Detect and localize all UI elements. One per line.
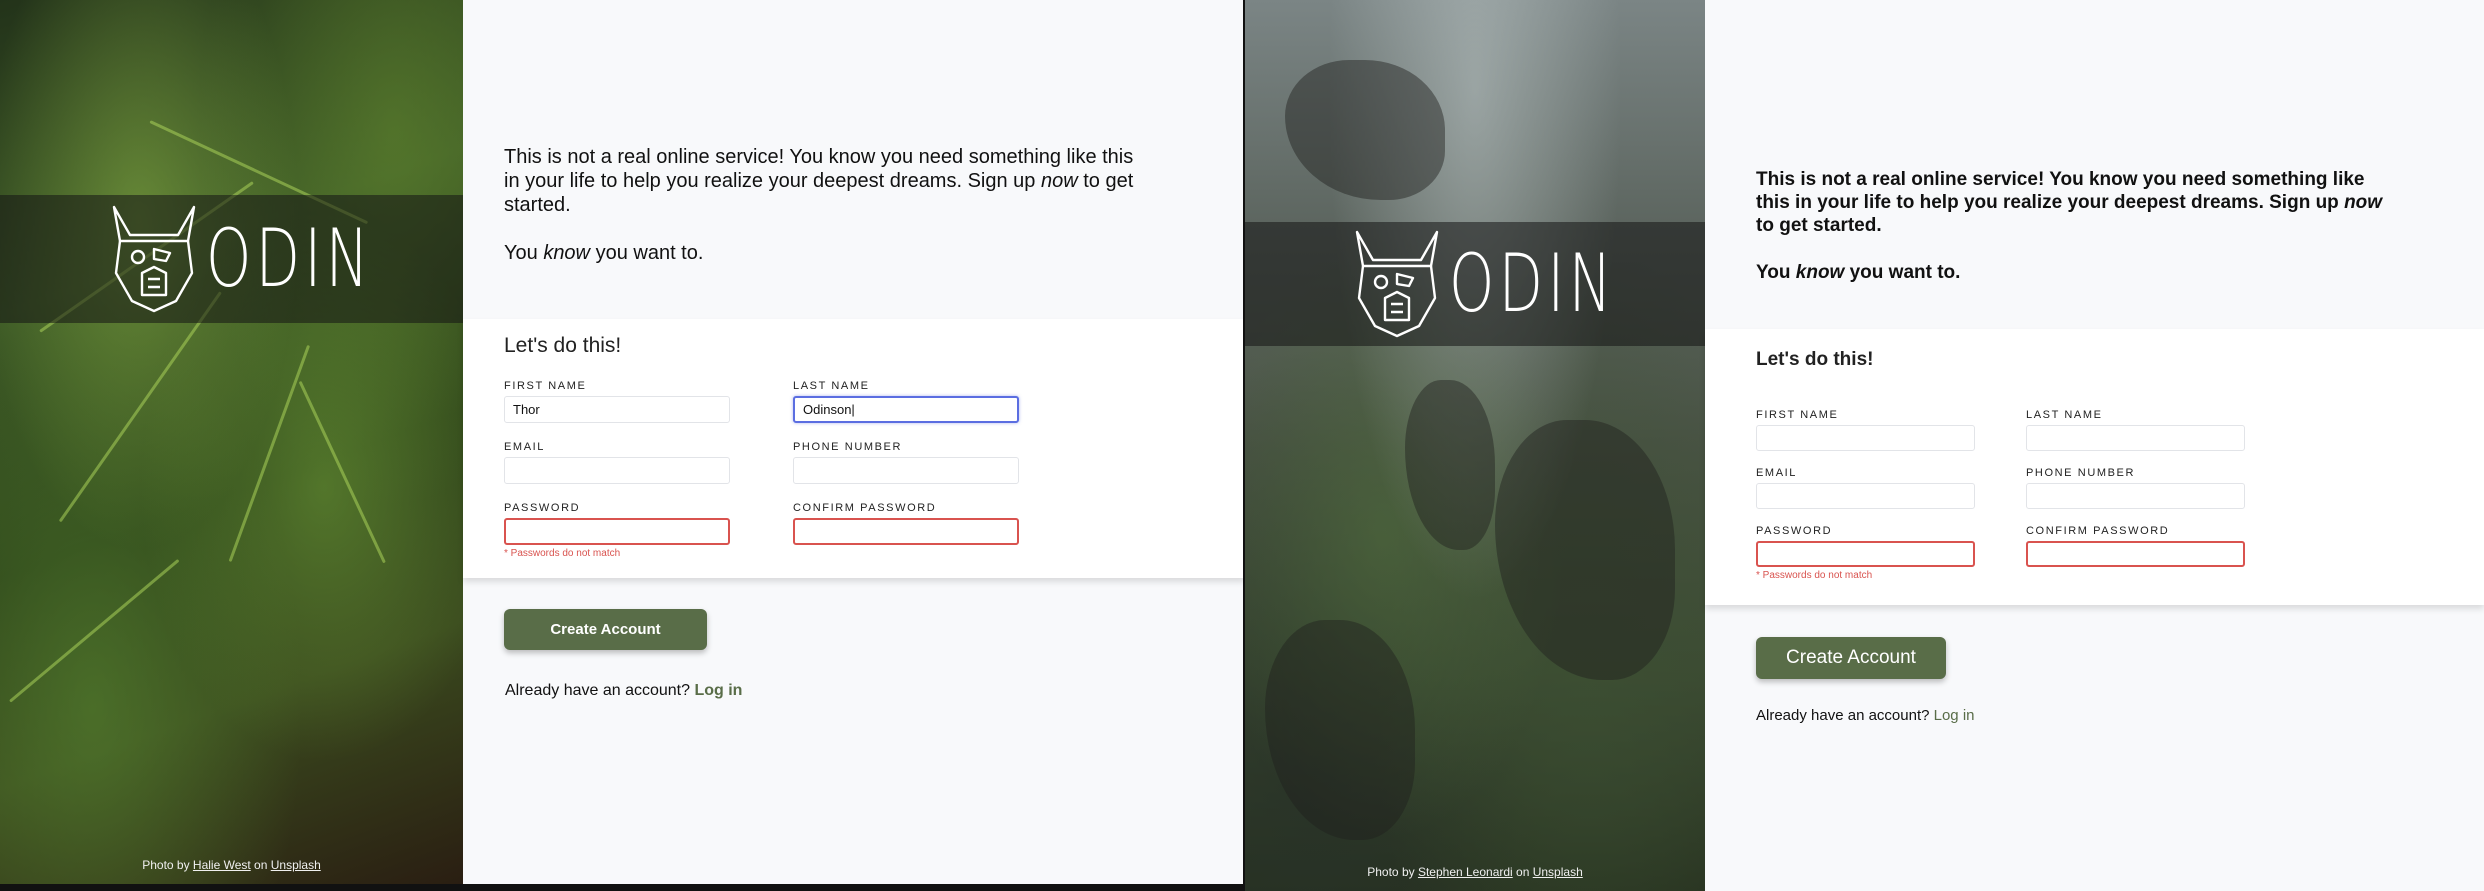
signup-content: This is not a real online service! You k…: [463, 0, 1245, 884]
intro-text: This is not a real online service! You k…: [1756, 169, 2383, 283]
logo-band: ODIN: [1245, 222, 1705, 346]
email-field-group: EMAIL: [1756, 467, 1975, 509]
confirm-password-input[interactable]: [2026, 541, 2245, 567]
email-input[interactable]: [1756, 483, 1975, 509]
credit-site-link[interactable]: Unsplash: [271, 858, 321, 872]
email-label: EMAIL: [504, 441, 546, 453]
phone-input[interactable]: [2026, 483, 2245, 509]
phone-label: PHONE NUMBER: [793, 441, 903, 453]
credit-mid: on: [250, 858, 271, 872]
password-field-group: PASSWORD * Passwords do not match: [504, 502, 730, 559]
credit-author-link[interactable]: Halie West: [193, 858, 251, 872]
last-name-label: LAST NAME: [2026, 409, 2103, 421]
last-name-label: LAST NAME: [793, 380, 870, 392]
first-name-field-group: FIRST NAME: [504, 380, 730, 423]
password-input[interactable]: [1756, 541, 1975, 567]
bottom-edge: [0, 884, 1245, 891]
phone-label: PHONE NUMBER: [2026, 467, 2136, 479]
photo-credit: Photo by Stephen Leonardi on Unsplash: [1245, 865, 1705, 879]
credit-prefix: Photo by: [1367, 865, 1418, 879]
credit-mid: on: [1512, 865, 1533, 879]
confirm-password-input[interactable]: [793, 518, 1019, 545]
email-field-group: EMAIL: [504, 441, 730, 484]
login-link[interactable]: Log in: [694, 682, 742, 699]
phone-input[interactable]: [793, 457, 1019, 484]
password-error-message: * Passwords do not match: [1756, 570, 1873, 581]
password-input[interactable]: [504, 518, 730, 545]
confirm-password-field-group: CONFIRM PASSWORD: [2026, 525, 2245, 567]
password-error-message: * Passwords do not match: [504, 548, 621, 559]
viking-head-icon: [112, 205, 195, 313]
password-label: PASSWORD: [504, 502, 581, 514]
login-prompt-text: Already have an account?: [505, 682, 695, 699]
confirm-password-label: CONFIRM PASSWORD: [2026, 525, 2170, 537]
first-name-field-group: FIRST NAME: [1756, 409, 1975, 451]
credit-site-link[interactable]: Unsplash: [1533, 865, 1583, 879]
brand-logo-text: ODIN: [1449, 237, 1617, 330]
hero-image-fern: ODIN Photo by Halie West on Unsplash: [0, 0, 463, 884]
photo-credit: Photo by Halie West on Unsplash: [0, 858, 463, 872]
last-name-field-group: LAST NAME: [2026, 409, 2245, 451]
login-link[interactable]: Log in: [1934, 707, 1975, 724]
brand-logo-text: ODIN: [205, 212, 373, 305]
email-input[interactable]: [504, 457, 730, 484]
login-prompt: Already have an account? Log in: [505, 682, 742, 700]
signup-form: Let's do this! FIRST NAME LAST NAME EMAI…: [463, 319, 1245, 578]
form-title: Let's do this!: [1756, 349, 1874, 370]
password-field-group: PASSWORD * Passwords do not match: [1756, 525, 1975, 581]
hero-image-cliff: ODIN Photo by Stephen Leonardi on Unspla…: [1245, 0, 1705, 891]
viking-head-icon: [1355, 230, 1439, 338]
signup-page-right: ODIN Photo by Stephen Leonardi on Unspla…: [1245, 0, 2484, 891]
signup-content: This is not a real online service! You k…: [1705, 0, 2484, 891]
first-name-label: FIRST NAME: [1756, 409, 1839, 421]
last-name-input[interactable]: [2026, 425, 2245, 451]
first-name-label: FIRST NAME: [504, 380, 587, 392]
first-name-input[interactable]: [1756, 425, 1975, 451]
signup-page-left: ODIN Photo by Halie West on Unsplash Thi…: [0, 0, 1245, 884]
logo-band: ODIN: [0, 195, 463, 323]
create-account-button[interactable]: Create Account: [1756, 637, 1946, 679]
credit-author-link[interactable]: Stephen Leonardi: [1418, 865, 1513, 879]
intro-text: This is not a real online service! You k…: [504, 146, 1134, 264]
confirm-password-field-group: CONFIRM PASSWORD: [793, 502, 1019, 545]
login-prompt-text: Already have an account?: [1756, 707, 1934, 724]
confirm-password-label: CONFIRM PASSWORD: [793, 502, 937, 514]
email-label: EMAIL: [1756, 467, 1798, 479]
phone-field-group: PHONE NUMBER: [793, 441, 1019, 484]
create-account-button[interactable]: Create Account: [504, 609, 707, 650]
phone-field-group: PHONE NUMBER: [2026, 467, 2245, 509]
first-name-input[interactable]: [504, 396, 730, 423]
signup-form: Let's do this! FIRST NAME LAST NAME EMAI…: [1705, 329, 2484, 605]
password-label: PASSWORD: [1756, 525, 1833, 537]
form-title: Let's do this!: [504, 334, 622, 357]
credit-prefix: Photo by: [142, 858, 193, 872]
last-name-input[interactable]: [793, 396, 1019, 423]
login-prompt: Already have an account? Log in: [1756, 707, 1975, 724]
last-name-field-group: LAST NAME: [793, 380, 1019, 423]
